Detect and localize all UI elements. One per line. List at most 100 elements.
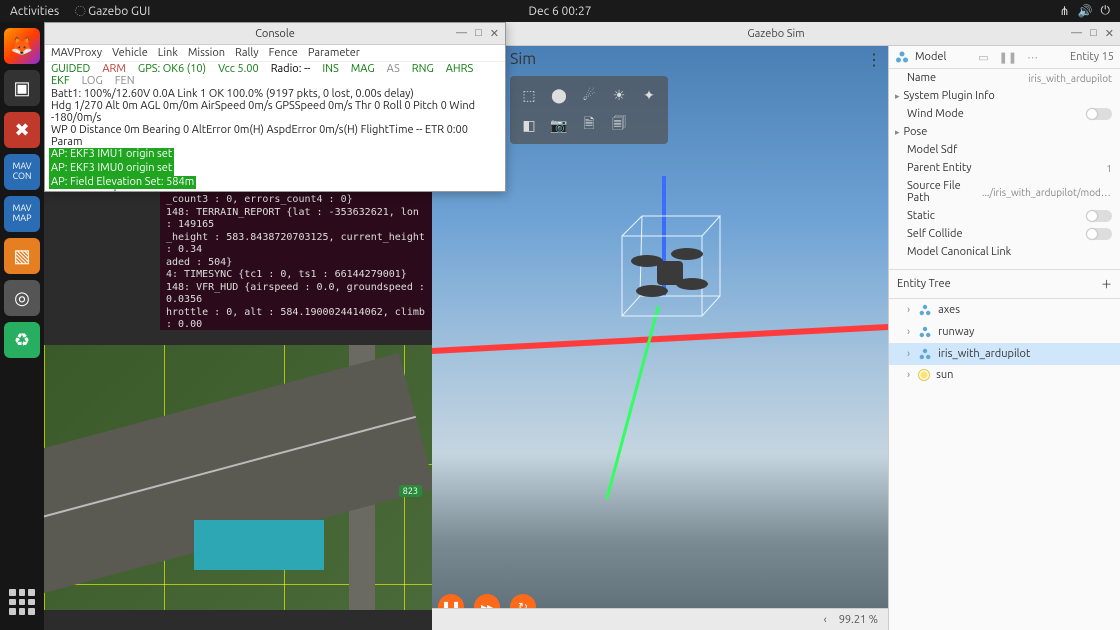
chevron-left-icon[interactable]: ‹: [824, 614, 827, 626]
model-panel-header[interactable]: Model ▭ ❚❚ ⋯ Entity 15: [889, 46, 1120, 69]
rtf-bar: ‹ 99.21 %: [432, 608, 888, 630]
network-icon[interactable]: ⋔: [1059, 4, 1069, 18]
status-ins: INS: [322, 63, 338, 75]
maximize-icon[interactable]: □: [475, 27, 482, 40]
dock-app-red[interactable]: ✖: [4, 112, 40, 148]
status-log: LOG: [82, 75, 103, 87]
menu-rally[interactable]: Rally: [235, 47, 259, 59]
prop-source-file: Source File Path.../iris_with_ardupilot/…: [889, 177, 1120, 207]
app-menu[interactable]: ◌ Gazebo GUI: [75, 5, 150, 18]
sphere-tool-icon[interactable]: ⬤: [546, 82, 572, 108]
prop-self-collide[interactable]: Self Collide: [889, 225, 1120, 243]
gazebo-titlebar[interactable]: Gazebo Sim — □ ✕: [432, 22, 1120, 46]
select-tool-icon[interactable]: ⬚: [516, 82, 542, 108]
dock-trash[interactable]: ♻: [4, 322, 40, 358]
status-mag: MAG: [351, 63, 375, 75]
power-icon[interactable]: ⏻: [1101, 4, 1111, 18]
model-icon: [918, 347, 932, 361]
console-titlebar[interactable]: Console — □ ✕: [45, 23, 505, 45]
status-gps: GPS: OK6 (10): [138, 63, 206, 75]
model-icon: [918, 325, 932, 339]
camera-tool-icon[interactable]: 📷: [546, 112, 572, 138]
entity-tree-header[interactable]: Entity Tree ＋: [889, 269, 1120, 299]
minimize-icon[interactable]: —: [1071, 27, 1082, 40]
menu-fence[interactable]: Fence: [269, 47, 298, 59]
dock-settings[interactable]: ◎: [4, 280, 40, 316]
menu-parameter[interactable]: Parameter: [308, 47, 360, 59]
dock-gazebo[interactable]: ▧: [4, 238, 40, 274]
sun-tool-icon[interactable]: ☀: [606, 82, 632, 108]
menu-mavproxy[interactable]: MAVProxy: [51, 47, 102, 59]
console-title-text: Console: [255, 28, 295, 40]
entity-count: Entity 15: [1070, 51, 1114, 63]
add-entity-icon[interactable]: ＋: [1101, 276, 1112, 292]
prop-system-plugin[interactable]: System Plugin Info: [889, 87, 1120, 105]
prop-name: Name iris_with_ardupilot: [889, 69, 1120, 87]
prop-model-sdf[interactable]: Model Sdf: [889, 141, 1120, 159]
dock-mavconsole[interactable]: MAVCON: [4, 154, 40, 190]
model-icon: [895, 50, 909, 64]
close-icon[interactable]: ✕: [1105, 27, 1114, 40]
gnome-topbar: Activities ◌ Gazebo GUI Dec 6 00:27 ⋔ 🔊 …: [0, 0, 1120, 22]
tree-item-axes[interactable]: axes: [889, 299, 1120, 321]
prop-canonical-link[interactable]: Model Canonical Link: [889, 243, 1120, 261]
prop-parent-entity: Parent Entity1: [889, 159, 1120, 177]
sun-icon: [918, 369, 930, 381]
activities-button[interactable]: Activities: [10, 5, 59, 18]
dock-mavmap[interactable]: MAVMAP: [4, 196, 40, 232]
tree-item-runway[interactable]: runway: [889, 321, 1120, 343]
status-fen: FEN: [115, 75, 135, 87]
tree-item-iris[interactable]: iris_with_ardupilot: [889, 343, 1120, 365]
prop-wind-mode[interactable]: Wind Mode: [889, 105, 1120, 123]
menu-vehicle[interactable]: Vehicle: [112, 47, 148, 59]
dock-firefox[interactable]: 🦊: [4, 28, 40, 64]
status-as: AS: [387, 63, 400, 75]
copy-tool-icon[interactable]: 🗎: [576, 112, 602, 138]
dock: 🦊 ▣ ✖ MAVCON MAVMAP ▧ ◎ ♻: [0, 22, 44, 630]
console-log: AP: EKF3 IMU1 origin setAP: EKF3 IMU0 or…: [45, 148, 505, 191]
minimize-icon[interactable]: —: [456, 27, 467, 40]
sound-icon[interactable]: 🔊: [1078, 4, 1093, 18]
console-telemetry-row-2: Hdg 1/270 Alt 0m AGL 0m/0m AirSpeed 0m/s…: [45, 100, 505, 124]
status-radio: Radio: --: [271, 63, 311, 75]
menu-mission[interactable]: Mission: [188, 47, 225, 59]
status-rng: RNG: [412, 63, 434, 75]
menu-link[interactable]: Link: [158, 47, 178, 59]
console-telemetry-row-1: Batt1: 100%/12.60V 0.0A Link 1 OK 100.0%…: [45, 88, 505, 100]
terminal-window[interactable]: _count3 : 0, errors_count4 : 0} 148: TER…: [160, 190, 432, 330]
maximize-icon[interactable]: □: [1090, 27, 1097, 40]
selection-bounding-box: [602, 206, 722, 336]
sim-tab-label: Sim: [510, 50, 536, 68]
map-buildings: [194, 520, 324, 570]
status-mode: GUIDED: [51, 63, 90, 75]
shape-tool-icon[interactable]: ◧: [516, 112, 542, 138]
dock-panel-icon[interactable]: ▭: [978, 51, 988, 64]
toggle-icon[interactable]: [1086, 228, 1112, 240]
prop-static[interactable]: Static: [889, 207, 1120, 225]
console-telemetry-row-3: WP 0 Distance 0m Bearing 0 AltError 0m(H…: [45, 124, 505, 148]
mavproxy-console-window: Console — □ ✕ MAVProxy Vehicle Link Miss…: [44, 22, 506, 192]
gazebo-toolbar: ⬚ ⬤ ☄ ☀ ✦ ◧ 📷 🗎 🗐: [510, 76, 668, 144]
kebab-menu-icon[interactable]: ⋮: [866, 50, 882, 69]
gazebo-inspector: Model ▭ ❚❚ ⋯ Entity 15 Name iris_with_ar…: [888, 46, 1120, 630]
toggle-icon[interactable]: [1086, 210, 1112, 222]
paste-tool-icon[interactable]: 🗐: [606, 112, 632, 138]
prop-pose[interactable]: Pose: [889, 123, 1120, 141]
tree-item-sun[interactable]: sun: [889, 365, 1120, 385]
more-panel-icon[interactable]: ⋯: [1027, 51, 1038, 64]
model-header-label: Model: [915, 51, 946, 63]
toggle-icon[interactable]: [1086, 108, 1112, 120]
status-arm: ARM: [102, 63, 126, 75]
status-ahrs: AHRS: [446, 63, 473, 75]
spot-tool-icon[interactable]: ✦: [636, 82, 662, 108]
light-tool-icon[interactable]: ☄: [576, 82, 602, 108]
close-icon[interactable]: ✕: [490, 27, 499, 40]
gazebo-window: Gazebo Sim — □ ✕ Sim ⋮ ⬚ ⬤ ☄ ☀ ✦ ◧ 📷 🗎 🗐: [432, 22, 1120, 630]
apps-grid-button[interactable]: [4, 584, 40, 620]
console-status-row: GUIDED ARM GPS: OK6 (10) Vcc 5.00 Radio:…: [45, 62, 505, 88]
clock[interactable]: Dec 6 00:27: [529, 5, 592, 18]
pause-panel-icon[interactable]: ❚❚: [999, 51, 1017, 64]
dock-terminal[interactable]: ▣: [4, 70, 40, 106]
mavproxy-map[interactable]: 823: [44, 345, 432, 610]
map-road-badge: 823: [399, 485, 422, 497]
